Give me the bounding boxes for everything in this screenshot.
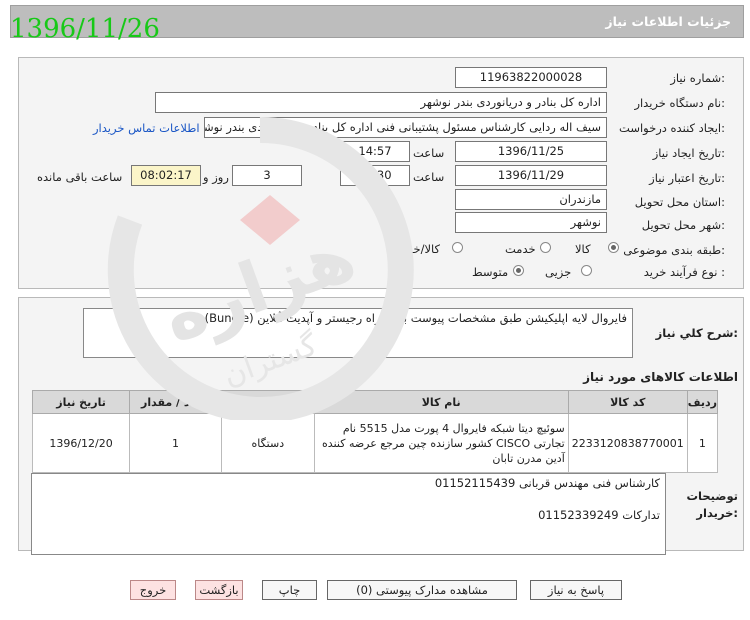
attachments-button[interactable]: مشاهده مدارک پیوستی (0) xyxy=(327,580,517,600)
need-number-label: شماره نیاز: xyxy=(670,71,725,85)
buyer-notes-label-text: توضیحات خریدار: xyxy=(686,489,739,520)
description-field: فایروال لایه اپلیکیشن طبق مشخصات پیوست ب… xyxy=(83,308,633,358)
validity-days-field: 3 xyxy=(232,165,302,186)
reply-button[interactable]: پاسخ به نیاز xyxy=(530,580,622,600)
row-date: 1396/12/20 xyxy=(31,413,131,473)
city-label: شهر محل تحویل: xyxy=(641,218,725,232)
category-both-label: کالا/خدمت xyxy=(390,242,441,256)
validity-time-field: 15:30 xyxy=(340,165,410,186)
remaining-time-label: ساعت باقی مانده xyxy=(37,170,123,184)
buyer-notes-label: توضیحات خریدار: xyxy=(678,488,739,522)
remaining-time-field: 08:02:17 xyxy=(131,165,201,186)
col-code: کد کالا xyxy=(567,390,688,414)
create-time-label: ساعت xyxy=(413,146,445,160)
exit-button[interactable]: خروج xyxy=(130,580,176,600)
col-date: تاریخ نیاز xyxy=(31,390,131,414)
date-stamp: 1396/11/26 xyxy=(10,14,160,44)
validity-date-label: تاریخ اعتبار نیاز: xyxy=(649,171,725,185)
row-name: سوئیچ دیتا شبکه فایروال 4 پورت مدل 5515 … xyxy=(313,413,569,473)
description-label: شرح کلي نياز: xyxy=(655,326,738,340)
buyer-org-label: نام دستگاه خریدار: xyxy=(634,96,725,110)
col-unit: واحد شمارش xyxy=(220,390,315,414)
col-index: ردیف xyxy=(686,390,719,414)
items-table: تاریخ نیاز تعداد / مقدار واحد شمارش نام … xyxy=(31,390,719,473)
purchase-radio-minor[interactable] xyxy=(581,265,592,276)
purchase-medium-label: متوسط xyxy=(472,265,509,279)
category-radio-goods[interactable] xyxy=(608,242,619,253)
description-text: فایروال لایه اپلیکیشن طبق مشخصات پیوست ب… xyxy=(204,311,627,325)
row-qty: 1 xyxy=(129,413,222,473)
purchase-type-label: نوع فرآیند خرید : xyxy=(643,265,725,279)
col-qty: تعداد / مقدار xyxy=(129,390,222,414)
table-row: 1396/12/20 1 دستگاه سوئیچ دیتا شبکه فایر… xyxy=(31,413,719,473)
buyer-notes-field: کارشناس فنی مهندس قربانی 01152115439 تدا… xyxy=(31,473,666,555)
items-header-row: تاریخ نیاز تعداد / مقدار واحد شمارش نام … xyxy=(31,390,719,414)
category-goods-label: کالا xyxy=(575,242,591,256)
page-title: جزئیات اطلاعات نیاز xyxy=(605,14,731,29)
category-radio-service[interactable] xyxy=(540,242,551,253)
category-label: طبقه بندی موضوعی: xyxy=(623,243,725,257)
validity-days-label: روز و xyxy=(203,170,229,184)
requester-field: سیف اله ردایی کارشناس مسئول پشتیبانی فنی… xyxy=(204,117,607,138)
city-field: نوشهر xyxy=(455,212,607,233)
requester-label: ایجاد کننده درخواست: xyxy=(619,121,725,135)
validity-time-label: ساعت xyxy=(413,170,445,184)
province-label: استان محل تحویل: xyxy=(634,195,725,209)
category-service-label: خدمت xyxy=(505,242,536,256)
purchase-minor-label: جزیی xyxy=(545,265,572,279)
category-radio-both[interactable] xyxy=(452,242,463,253)
buyer-contact-link[interactable]: اطلاعات تماس خریدار xyxy=(93,121,200,135)
create-date-field: 1396/11/25 xyxy=(455,141,607,162)
buyer-org-field: اداره کل بنادر و دریانوردی بندر نوشهر xyxy=(155,92,607,113)
print-button[interactable]: چاپ xyxy=(262,580,317,600)
buyer-notes-line1: کارشناس فنی مهندس قربانی 01152115439 xyxy=(434,476,660,490)
create-time-field: 14:57 xyxy=(340,141,410,162)
row-index: 1 xyxy=(686,413,719,473)
purchase-radio-medium[interactable] xyxy=(513,265,524,276)
row-code: 2233120838770001 xyxy=(567,413,688,473)
back-button[interactable]: بازگشت xyxy=(195,580,243,600)
buyer-notes-line2: تدارکات 01152339249 xyxy=(538,508,660,522)
validity-date-field: 1396/11/29 xyxy=(455,165,607,186)
row-unit: دستگاه xyxy=(220,413,315,473)
items-section-title: اطلاعات کالاهای مورد نیاز xyxy=(583,370,738,384)
province-field: مازندران xyxy=(455,189,607,210)
col-name: نام کالا xyxy=(313,390,569,414)
create-date-label: تاریخ ایجاد نیاز: xyxy=(652,146,725,160)
need-number-field: 11963822000028 xyxy=(455,67,607,88)
